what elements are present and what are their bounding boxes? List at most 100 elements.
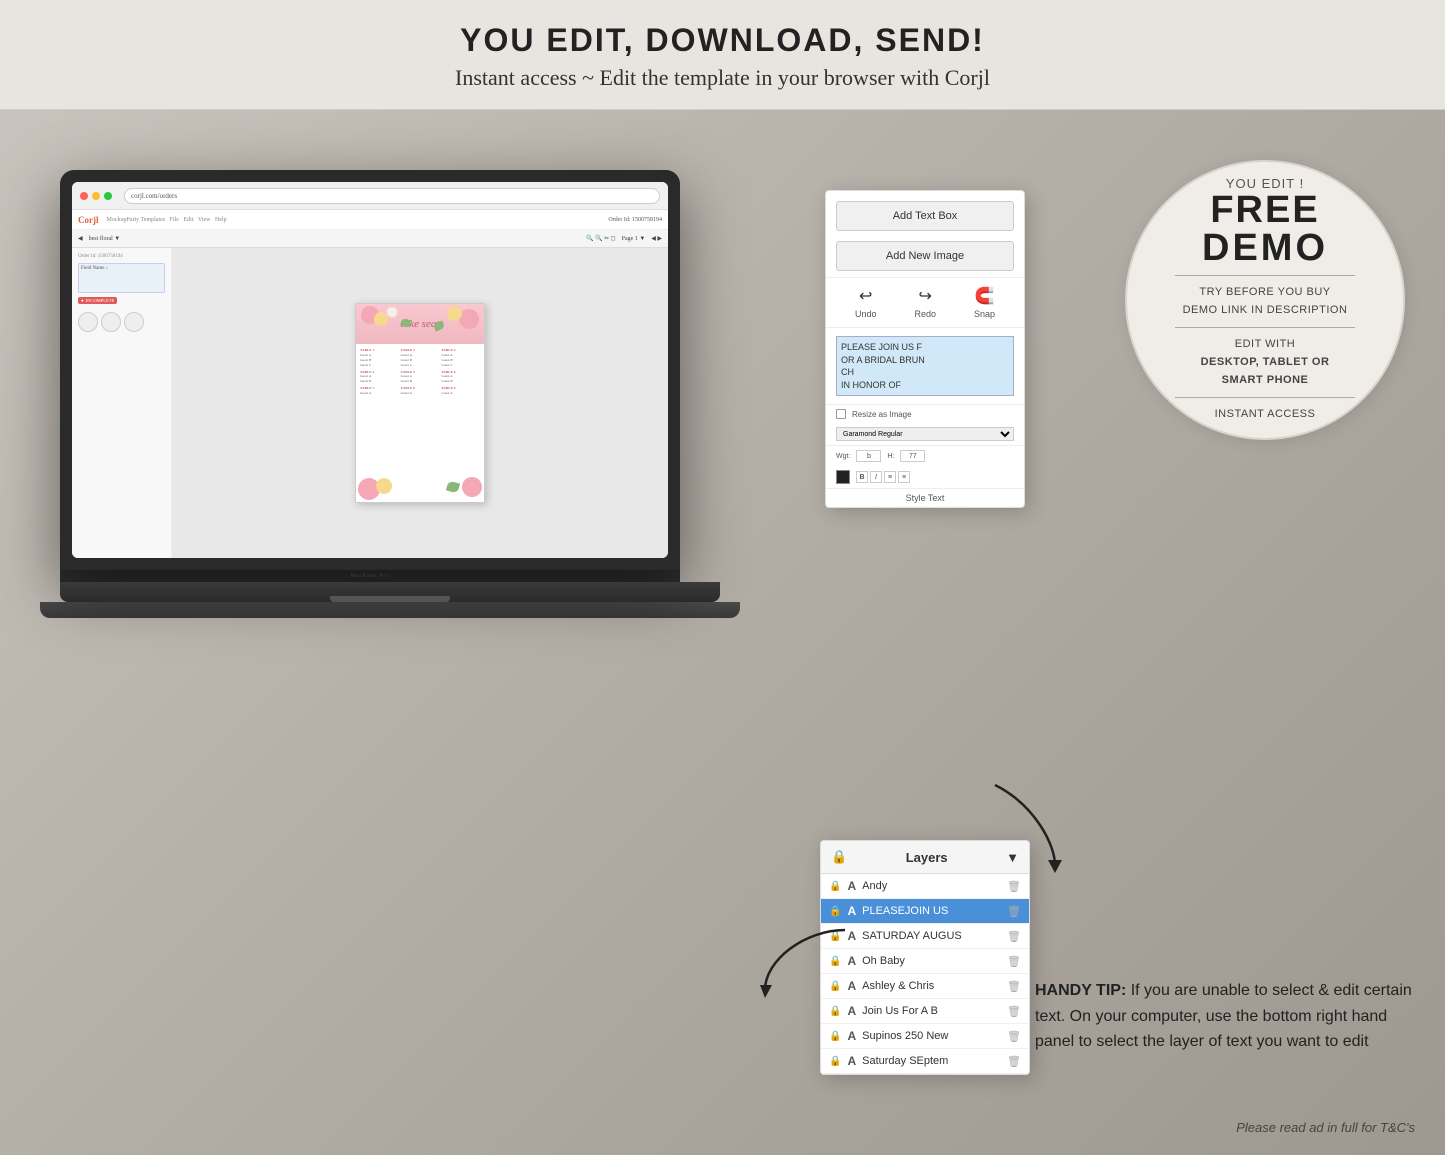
snap-tool[interactable]: 🧲 Snap: [974, 286, 995, 319]
corjl-panel: Add Text Box Add New Image ↩ Undo ↪ Redo…: [825, 190, 1025, 508]
layer-trash-icon-4[interactable]: 🗑: [1007, 955, 1021, 968]
order-id: Order Id: 1500758194: [608, 217, 662, 223]
align-center-btn[interactable]: ≡: [898, 471, 910, 483]
layer-name-saturdayseptem: Saturday SEptem: [862, 1055, 1001, 1067]
disclaimer: Please read ad in full for T&C's: [1236, 1120, 1415, 1135]
layer-trash-icon-5[interactable]: 🗑: [1007, 980, 1021, 993]
table-4: TABLE 4 Guest AGuest B: [360, 370, 399, 385]
icon-1[interactable]: [78, 312, 98, 332]
layer-name-ashleychris: Ashley & Chris: [862, 980, 1001, 992]
layer-trash-icon-6[interactable]: 🗑: [1007, 1005, 1021, 1018]
sub-title: Instant access ~ Edit the template in yo…: [0, 65, 1445, 91]
demo-line4: DESKTOP, TABLET OR: [1201, 354, 1330, 372]
browser-max-dot[interactable]: [104, 192, 112, 200]
height-input[interactable]: 77: [900, 450, 925, 462]
browser-close-dot[interactable]: [80, 192, 88, 200]
demo-line6: INSTANT ACCESS: [1215, 406, 1316, 424]
lock-icon: 🔒: [831, 849, 847, 865]
layer-item-saturdayseptem[interactable]: 🔒 A Saturday SEptem 🗑: [821, 1049, 1029, 1074]
color-swatch[interactable]: [836, 470, 850, 484]
layer-trash-icon-8[interactable]: 🗑: [1007, 1055, 1021, 1068]
table-7: TABLE 7 Guest A: [360, 386, 399, 396]
layer-item-ashleychris[interactable]: 🔒 A Ashley & Chris 🗑: [821, 974, 1029, 999]
header-menu: MockupParty Templates File Edit View Hel…: [107, 217, 227, 223]
layer-lock-icon: 🔒: [829, 881, 841, 892]
floral-decoration: [356, 304, 484, 349]
demo-line2: DEMO LINK IN DESCRIPTION: [1183, 302, 1348, 320]
layer-item-ohbaby[interactable]: 🔒 A Oh Baby 🗑: [821, 949, 1029, 974]
layer-trash-icon-3[interactable]: 🗑: [1007, 930, 1021, 943]
layer-text-icon-7: A: [847, 1029, 856, 1043]
icon-3[interactable]: [124, 312, 144, 332]
layer-lock-icon-7: 🔒: [829, 1031, 841, 1042]
layers-title: Layers: [906, 850, 948, 865]
panel-text-preview: PLEASE JOIN US FOR A BRIDAL BRUNCHIN HON…: [826, 328, 1024, 405]
leaf-2: [433, 321, 445, 332]
layer-text-icon: A: [847, 879, 856, 893]
table-1: TABLE 1 Guest AGuest BGuest C: [360, 348, 399, 368]
layer-lock-icon-3: 🔒: [829, 931, 841, 942]
italic-btn[interactable]: I: [870, 471, 882, 483]
layer-lock-icon-4: 🔒: [829, 956, 841, 967]
undo-tool[interactable]: ↩ Undo: [855, 286, 877, 319]
add-new-image-button[interactable]: Add New Image: [836, 241, 1014, 271]
icon-2[interactable]: [101, 312, 121, 332]
laptop-bottom: [40, 602, 740, 618]
layer-name-joinusforab: Join Us For A B: [862, 1005, 1001, 1017]
table-9: TABLE 9 Guest A: [441, 386, 480, 396]
handy-tip-label: HANDY TIP:: [1035, 982, 1126, 999]
format-buttons: B I ≡ ≡: [856, 471, 910, 483]
keyboard-area: MacBook Pro: [60, 570, 680, 582]
flower-5: [447, 306, 462, 321]
app-toolbar: ◀ best floral ▼ 🔍 🔍 ✂ ◻ Page 1 ▼ ◀ ▶: [72, 230, 668, 248]
color-row: B I ≡ ≡: [826, 466, 1024, 488]
demo-demo-label: DEMO: [1202, 229, 1328, 267]
layer-lock-icon-2: 🔒: [829, 906, 841, 917]
main-content: corjl.com/orders Corjl MockupParty Templ…: [0, 110, 1445, 1155]
app-main: Order Id: 1500758194 Field Name ↓ ● INCO…: [72, 248, 668, 558]
seating-chart-preview: take seat TABLE 1 Guest AGuest BGuest C …: [355, 303, 485, 503]
layer-item-supinos[interactable]: 🔒 A Supinos 250 New 🗑: [821, 1024, 1029, 1049]
laptop-body: corjl.com/orders Corjl MockupParty Templ…: [60, 170, 680, 570]
layer-text-icon-3: A: [847, 929, 856, 943]
redo-tool[interactable]: ↪ Redo: [914, 286, 936, 319]
layer-trash-icon-7[interactable]: 🗑: [1007, 1030, 1021, 1043]
flower-b3: [462, 477, 482, 497]
align-left-btn[interactable]: ≡: [884, 471, 896, 483]
laptop-base: [60, 582, 720, 602]
add-text-box-button[interactable]: Add Text Box: [836, 201, 1014, 231]
browser-url-bar[interactable]: corjl.com/orders: [124, 188, 660, 204]
layer-name-saturday: SATURDAY AUGUS: [862, 930, 1001, 942]
font-selector[interactable]: Garamond Regular: [836, 427, 1014, 441]
layer-lock-icon-6: 🔒: [829, 1006, 841, 1017]
leaf-1: [400, 318, 412, 329]
font-row: Garamond Regular: [826, 423, 1024, 446]
resize-checkbox[interactable]: [836, 409, 846, 419]
handy-tip-text: HANDY TIP: If you are unable to select &…: [1035, 978, 1415, 1055]
table-3: TABLE 3 Guest AGuest BGuest C: [441, 348, 480, 368]
table-5: TABLE 5 Guest AGuest B: [401, 370, 440, 385]
flower-b2: [376, 478, 392, 494]
incomplete-badge: ● INCOMPLETE: [78, 297, 117, 304]
demo-line3: EDIT WITH: [1235, 336, 1296, 354]
app-header: Corjl MockupParty Templates File Edit Vi…: [72, 210, 668, 230]
layer-trash-icon-2[interactable]: 🗑: [1007, 905, 1021, 918]
layers-header: 🔒 Layers ▼: [821, 841, 1029, 874]
redo-icon: ↪: [919, 286, 932, 306]
undo-icon: ↩: [859, 286, 872, 306]
layer-trash-icon[interactable]: 🗑: [1007, 880, 1021, 893]
demo-circle: YOU EDIT ! FREE DEMO TRY BEFORE YOU BUY …: [1125, 160, 1405, 440]
bold-btn[interactable]: B: [856, 471, 868, 483]
flower-3: [386, 306, 398, 318]
layer-item-andy[interactable]: 🔒 A Andy 🗑: [821, 874, 1029, 899]
layer-item-joinusforab[interactable]: 🔒 A Join Us For A B 🗑: [821, 999, 1029, 1024]
browser-min-dot[interactable]: [92, 192, 100, 200]
layer-item-pleasejoin[interactable]: 🔒 A PLEASEJOIN US 🗑: [821, 899, 1029, 924]
leaf-b1: [446, 481, 460, 494]
layer-name-ohbaby: Oh Baby: [862, 955, 1001, 967]
layer-item-saturday[interactable]: 🔒 A SATURDAY AUGUS 🗑: [821, 924, 1029, 949]
weight-input[interactable]: b: [856, 450, 881, 462]
sidebar-preview: Field Name ↓: [78, 263, 165, 293]
top-banner: YOU EDIT, DOWNLOAD, SEND! Instant access…: [0, 0, 1445, 110]
floral-bottom: [356, 467, 484, 502]
